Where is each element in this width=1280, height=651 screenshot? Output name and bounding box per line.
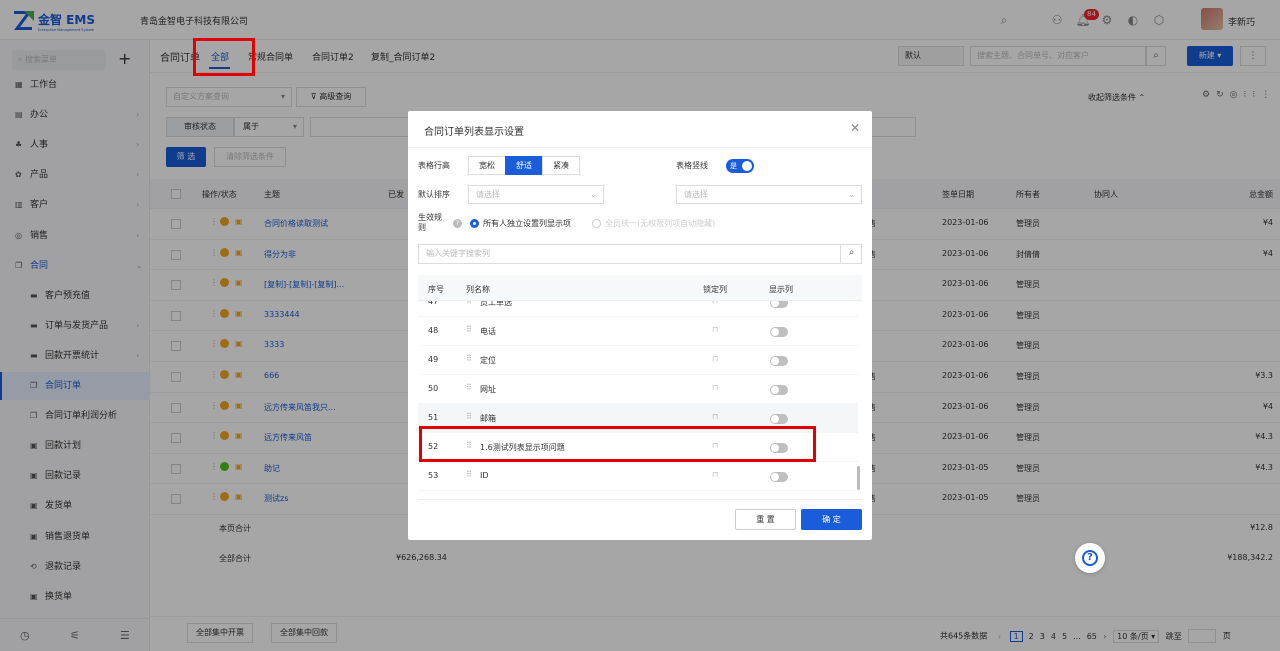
rule-unified-label: 全员统一(无权限列项自动隐藏) bbox=[605, 219, 716, 228]
lock-icon[interactable]: ⊓ bbox=[712, 470, 718, 479]
sort-field-placeholder: 请选择 bbox=[476, 190, 500, 199]
close-icon[interactable]: ✕ bbox=[850, 121, 860, 135]
column-number: 51 bbox=[428, 413, 439, 422]
rule-unified-radio[interactable] bbox=[592, 219, 601, 228]
col-lock-header: 锁定列 bbox=[703, 285, 727, 294]
sort-order-placeholder: 请选择 bbox=[684, 190, 708, 199]
column-number: 53 bbox=[428, 471, 439, 480]
row-height-label: 表格行高 bbox=[418, 161, 450, 170]
column-row[interactable]: 50 ⠿ 网址 ⊓ bbox=[418, 375, 858, 404]
lock-icon[interactable]: ⊓ bbox=[712, 354, 718, 363]
drag-handle-icon[interactable]: ⠿ bbox=[466, 470, 472, 479]
show-column-toggle[interactable] bbox=[770, 301, 788, 308]
help-button[interactable]: ? bbox=[1075, 543, 1105, 573]
dialog-title: 合同订单列表显示设置 bbox=[424, 127, 524, 138]
default-sort-label: 默认排序 bbox=[418, 190, 450, 199]
help-icon: ? bbox=[1082, 550, 1098, 566]
highlight-all-tab bbox=[193, 38, 255, 76]
show-column-toggle[interactable] bbox=[770, 414, 788, 424]
row-height-comfort[interactable]: 舒适 bbox=[505, 156, 543, 175]
help-icon[interactable]: ? bbox=[453, 219, 462, 228]
rule-label: 生效规则 bbox=[418, 213, 442, 232]
lock-icon[interactable]: ⊓ bbox=[712, 412, 718, 421]
column-name: 邮箱 bbox=[480, 414, 496, 423]
footer-divider bbox=[418, 499, 862, 500]
col-no-header: 序号 bbox=[428, 285, 444, 294]
grid-toggle-text: 是 bbox=[730, 162, 737, 170]
lock-icon[interactable]: ⊓ bbox=[712, 383, 718, 392]
col-show-header: 显示列 bbox=[769, 285, 793, 294]
rule-independent-radio[interactable] bbox=[470, 219, 479, 228]
drag-handle-icon[interactable]: ⠿ bbox=[466, 301, 472, 305]
column-row[interactable]: 49 ⠿ 定位 ⊓ bbox=[418, 346, 858, 375]
drag-handle-icon[interactable]: ⠿ bbox=[466, 354, 472, 363]
chevron-down-icon: ⌄ bbox=[590, 190, 597, 199]
column-name: 定位 bbox=[480, 356, 496, 365]
dialog-divider bbox=[408, 147, 872, 148]
column-list: 47⠿员工单选⊓48⠿电话⊓49⠿定位⊓50⠿网址⊓51⠿邮箱⊓52⠿1.6测试… bbox=[418, 301, 862, 499]
chevron-down-icon: ⌄ bbox=[848, 190, 855, 199]
confirm-button[interactable]: 确 定 bbox=[801, 509, 862, 530]
scrollbar-thumb[interactable] bbox=[857, 466, 860, 490]
show-column-toggle[interactable] bbox=[770, 356, 788, 366]
lock-icon[interactable]: ⊓ bbox=[712, 301, 718, 305]
grid-lines-label: 表格竖线 bbox=[676, 161, 708, 170]
column-row[interactable]: 53 ⠿ ID ⊓ bbox=[418, 462, 858, 491]
show-column-toggle[interactable] bbox=[770, 327, 788, 337]
column-list-header: 序号 列名称 锁定列 显示列 bbox=[418, 275, 862, 301]
column-number: 50 bbox=[428, 384, 439, 393]
drag-handle-icon[interactable]: ⠿ bbox=[466, 383, 472, 392]
show-column-toggle[interactable] bbox=[770, 385, 788, 395]
column-row[interactable]: 48 ⠿ 电话 ⊓ bbox=[418, 317, 858, 346]
column-name: 电话 bbox=[480, 327, 496, 336]
drag-handle-icon[interactable]: ⠿ bbox=[466, 412, 472, 421]
column-name: ID bbox=[480, 471, 489, 480]
reset-button[interactable]: 重 置 bbox=[735, 509, 796, 530]
col-name-header: 列名称 bbox=[466, 285, 490, 294]
column-search-input[interactable]: 输入关键字搜索列 bbox=[418, 244, 862, 264]
column-number: 49 bbox=[428, 355, 439, 364]
column-number: 47 bbox=[428, 301, 439, 306]
column-row[interactable]: 47 ⠿ 员工单选 ⊓ bbox=[418, 301, 858, 317]
highlight-row-52 bbox=[419, 426, 816, 462]
column-name: 员工单选 bbox=[480, 301, 512, 307]
rule-independent-label: 所有人独立设置列显示项 bbox=[483, 219, 571, 228]
row-height-loose[interactable]: 宽松 bbox=[468, 156, 506, 175]
column-settings-dialog: 合同订单列表显示设置 ✕ 表格行高 宽松 舒适 紧凑 表格竖线 是 默认排序 请… bbox=[408, 111, 872, 540]
sort-order-select[interactable]: 请选择 ⌄ bbox=[676, 185, 862, 204]
grid-lines-toggle[interactable]: 是 bbox=[726, 159, 754, 173]
column-name: 网址 bbox=[480, 385, 496, 394]
show-column-toggle[interactable] bbox=[770, 472, 788, 482]
search-icon[interactable]: ⌕ bbox=[840, 244, 862, 264]
lock-icon[interactable]: ⊓ bbox=[712, 325, 718, 334]
sort-field-select[interactable]: 请选择 ⌄ bbox=[468, 185, 604, 204]
drag-handle-icon[interactable]: ⠿ bbox=[466, 325, 472, 334]
column-number: 48 bbox=[428, 326, 439, 335]
row-height-compact[interactable]: 紧凑 bbox=[542, 156, 580, 175]
